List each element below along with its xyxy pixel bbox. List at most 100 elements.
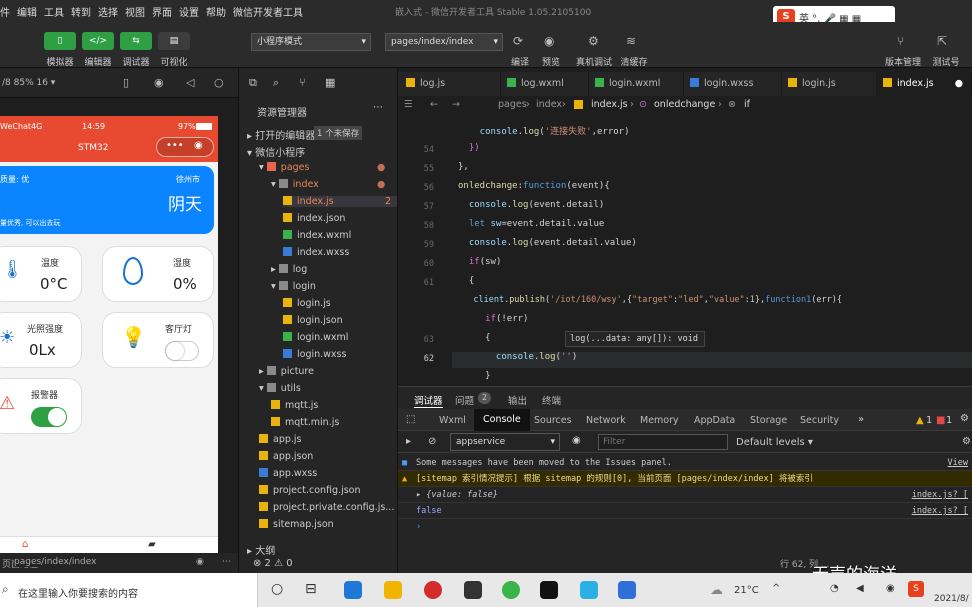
tree-item[interactable]: login.wxml <box>283 332 348 343</box>
tree-item[interactable]: app.js <box>259 434 302 445</box>
speaker-icon[interactable]: ◉ <box>886 583 895 594</box>
eye-icon[interactable]: ◉ <box>544 34 554 48</box>
source-control-icon[interactable]: ⑂ <box>299 76 306 89</box>
tab-problems[interactable]: 问题 <box>455 393 474 407</box>
page-select[interactable]: pages/index/index ▾ <box>385 33 503 51</box>
editor-tab[interactable]: login.js <box>782 72 877 96</box>
tab-network[interactable]: Network <box>586 415 626 426</box>
refresh-icon[interactable]: ⟳ <box>513 34 523 48</box>
tree-item[interactable]: project.private.config.js... <box>259 502 394 513</box>
settings-gear-icon[interactable]: ⚙ <box>960 413 969 424</box>
log-tab-icon[interactable]: ▰ <box>148 539 156 550</box>
console-filter-input[interactable] <box>598 434 728 450</box>
sidebar-toggle-icon[interactable]: ▸ <box>406 436 411 447</box>
tree-item[interactable]: ▾ login <box>271 281 316 292</box>
explorer-more-icon[interactable]: ⋯ <box>373 102 383 113</box>
list-icon[interactable]: ☰ <box>404 99 413 110</box>
lamp-switch[interactable] <box>165 341 199 361</box>
menu-item[interactable]: 微信开发者工具 <box>233 4 303 19</box>
tab-wxml[interactable]: Wxml <box>439 415 466 426</box>
tree-item[interactable]: app.json <box>259 451 313 462</box>
path-eye-icon[interactable]: ◉ <box>196 557 204 567</box>
menu-item[interactable]: 转到 <box>71 4 91 19</box>
tree-item[interactable]: ▸ picture <box>259 366 314 377</box>
sogou-icon[interactable]: S <box>908 581 924 597</box>
wechat-devtools-icon[interactable] <box>502 581 520 599</box>
more-icon[interactable]: ••• <box>166 140 184 151</box>
chat-icon[interactable] <box>580 581 598 599</box>
tab-sources[interactable]: Sources <box>534 415 572 426</box>
tree-item[interactable]: login.json <box>283 315 343 326</box>
forward-arrow-icon[interactable]: → <box>452 99 460 110</box>
alarm-switch[interactable] <box>31 407 67 427</box>
tree-item[interactable]: mqtt.min.js <box>271 417 339 428</box>
zoom-select[interactable]: /8 85% 16 ▾ <box>2 78 55 88</box>
clear-console-icon[interactable]: ⊘ <box>428 436 436 447</box>
record-icon[interactable]: ◉ <box>154 76 164 89</box>
tab-output[interactable]: 输出 <box>508 393 527 407</box>
extensions-icon[interactable]: ▦ <box>325 76 335 89</box>
recorder-icon[interactable] <box>424 581 442 599</box>
console-settings-icon[interactable]: ⚙ <box>962 436 971 447</box>
open-editors[interactable]: ▸ 打开的编辑器 <box>247 127 315 142</box>
mode-select[interactable]: 小程序模式 ▾ <box>251 33 371 51</box>
editor-tab[interactable]: log.wxml <box>501 72 589 96</box>
tree-item[interactable]: project.config.json <box>259 485 361 496</box>
outline-section[interactable]: ▸ 大纲 <box>247 542 275 557</box>
home-icon[interactable]: ○ <box>214 76 224 89</box>
back-icon[interactable]: ◁ <box>186 76 194 89</box>
inspect-icon[interactable]: ⬚ <box>406 414 415 425</box>
editor-tab[interactable]: log.js <box>400 72 501 96</box>
layers-icon[interactable]: ≋ <box>626 34 636 48</box>
tree-item[interactable]: ▾ utils <box>259 383 301 394</box>
app-icon[interactable] <box>464 581 482 599</box>
tree-item[interactable]: ▾ pages ● <box>259 162 385 173</box>
tree-item[interactable]: ▾ index ● <box>271 179 385 190</box>
more-tabs-icon[interactable]: » <box>858 414 864 425</box>
cortana-icon[interactable]: ○ <box>271 581 283 597</box>
explorer-icon[interactable] <box>384 581 402 599</box>
source-link[interactable]: index.js? [ <box>912 487 968 503</box>
project-root[interactable]: ▾ 微信小程序 <box>247 144 305 159</box>
menu-item[interactable]: 工具 <box>44 4 64 19</box>
menu-item[interactable]: 选择 <box>98 4 118 19</box>
share-icon[interactable]: ⇱ <box>937 34 947 48</box>
menu-item[interactable]: 编辑 <box>17 4 37 19</box>
tab-appdata[interactable]: AppData <box>694 415 735 426</box>
context-select[interactable]: appservice ▾ <box>450 433 560 451</box>
edge-icon[interactable] <box>344 581 362 599</box>
tab-memory[interactable]: Memory <box>640 415 679 426</box>
view-issues-link[interactable]: View <box>948 455 968 471</box>
home-tab-icon[interactable]: ⌂ <box>22 539 28 550</box>
task-view-icon[interactable]: ⊟ <box>305 581 317 597</box>
menu-item[interactable]: 视图 <box>125 4 145 19</box>
menu-item[interactable]: 设置 <box>179 4 199 19</box>
editor-tab[interactable]: login.wxss <box>684 72 782 96</box>
phone-debug-icon[interactable]: ⚙ <box>588 34 599 48</box>
editor-tab[interactable]: index.js ● <box>877 72 972 96</box>
tree-item[interactable]: app.wxss <box>259 468 317 479</box>
crumb-file[interactable]: index.js <box>591 99 628 110</box>
device-icon[interactable]: ▯ <box>123 76 129 89</box>
crumb-function[interactable]: onledchange <box>654 99 715 110</box>
branch-icon[interactable]: ⑂ <box>897 34 904 48</box>
network-icon[interactable]: ◔ <box>830 583 839 594</box>
editor-button[interactable]: </> <box>82 32 114 50</box>
browser-icon[interactable] <box>618 581 636 599</box>
capcut-icon[interactable] <box>540 581 558 599</box>
log-levels-select[interactable]: Default levels ▾ <box>736 437 813 448</box>
volume-icon[interactable]: ◀ <box>856 583 864 594</box>
crumb-if[interactable]: if <box>744 99 750 110</box>
tree-item[interactable]: mqtt.js <box>271 400 318 411</box>
files-icon[interactable]: ⧉ <box>249 76 257 90</box>
visual-button[interactable]: ▤ <box>158 32 190 50</box>
close-target-icon[interactable]: ◉ <box>194 140 203 151</box>
menu-item[interactable]: 帮助 <box>206 4 226 19</box>
crumb-pages[interactable]: pages <box>498 99 527 110</box>
tray-up-icon[interactable]: ^ <box>772 583 780 594</box>
path-more-icon[interactable]: ⋯ <box>222 557 231 567</box>
capsule-menu[interactable]: ••• ◉ <box>156 137 214 157</box>
tree-item[interactable]: login.js <box>283 298 331 309</box>
tree-item[interactable]: login.wxss <box>283 349 346 360</box>
menu-item[interactable]: 件 <box>0 4 10 19</box>
